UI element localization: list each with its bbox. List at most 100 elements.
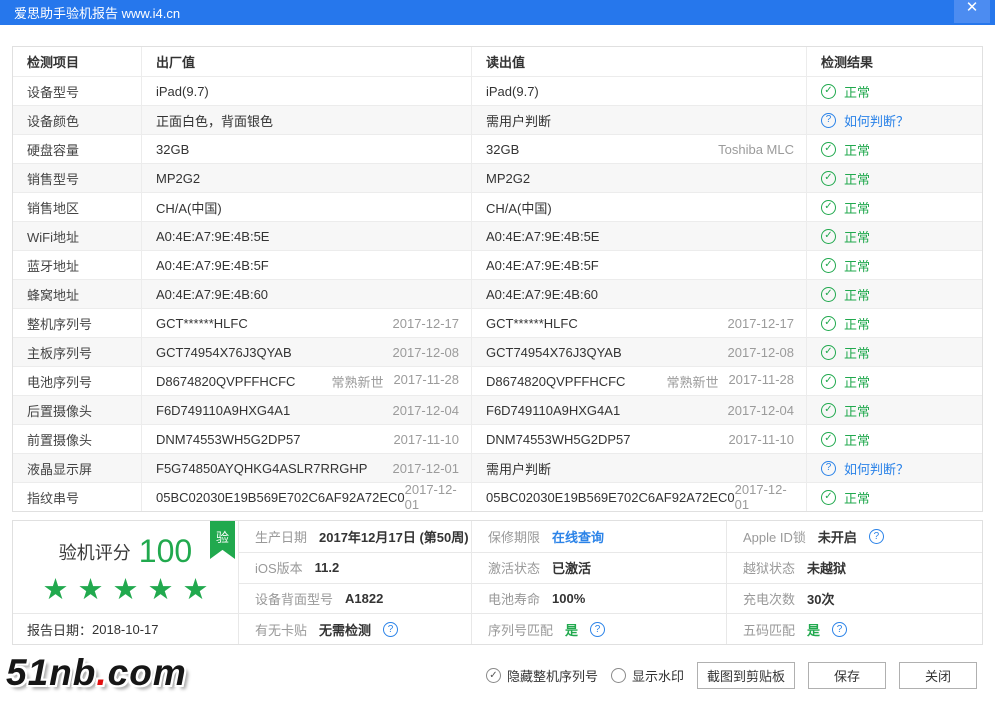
value-text: iPad(9.7)	[156, 84, 209, 99]
close-button[interactable]: ✕	[954, 0, 990, 23]
factory-value-cell: F6D749110A9HXG4A12017-12-04	[141, 396, 471, 424]
score-value: 100	[139, 533, 192, 570]
result-label: 正常	[844, 488, 870, 507]
check-circle-icon: ✓	[821, 229, 836, 244]
hide-serial-option[interactable]: ✓ 隐藏整机序列号	[486, 666, 598, 685]
help-icon[interactable]: ?	[590, 622, 605, 637]
check-circle-icon: ✓	[821, 287, 836, 302]
result-label: 正常	[844, 140, 870, 159]
info-value: 未开启	[818, 527, 857, 546]
screenshot-to-clipboard-button[interactable]: 截图到剪贴板	[697, 662, 795, 689]
info-cell: 越狱状态未越狱	[726, 552, 982, 583]
value-text: A0:4E:A7:9E:4B:5E	[156, 229, 269, 244]
info-label: Apple ID锁	[743, 527, 806, 546]
save-button[interactable]: 保存	[808, 662, 886, 689]
info-label: 激活状态	[488, 558, 540, 577]
result-label: 正常	[844, 401, 870, 420]
table-header-row: 检测项目 出厂值 读出值 检测结果	[13, 47, 982, 76]
factory-value-cell: GCT74954X76J3QYAB2017-12-08	[141, 338, 471, 366]
read-value-cell: MP2G2	[471, 164, 806, 192]
factory-value-cell-wrap: F5G74850AYQHKG4ASLR7RRGHP2017-12-01	[156, 461, 471, 476]
online-query-link[interactable]: 在线查询	[552, 527, 604, 546]
date-text: 2017-12-08	[393, 345, 460, 360]
title-bar: 爱思助手验机报告 www.i4.cn ✕	[0, 0, 995, 25]
value-text: A0:4E:A7:9E:4B:5F	[486, 258, 599, 273]
result-cell: ✓正常	[806, 367, 982, 395]
read-value-cell-wrap: A0:4E:A7:9E:4B:5E	[486, 229, 806, 244]
read-value-cell: D8674820QVPFFHCFC常熟新世2017-11-28	[471, 367, 806, 395]
info-label: 充电次数	[743, 589, 795, 608]
info-cell: iOS版本11.2	[238, 552, 471, 583]
table-row: 指纹串号05BC02030E19B569E702C6AF92A72EC02017…	[13, 482, 982, 511]
help-icon[interactable]: ?	[832, 622, 847, 637]
item-cell: 电池序列号	[13, 367, 141, 395]
info-cell: 充电次数30次	[726, 583, 982, 614]
date-text: 2017-11-28	[393, 372, 459, 391]
show-watermark-option[interactable]: 显示水印	[611, 666, 684, 685]
read-value-cell-wrap: DNM74553WH5G2DP572017-11-10	[486, 432, 806, 447]
how-to-judge-link[interactable]: 如何判断？	[844, 111, 909, 130]
vendor-text: Toshiba MLC	[718, 142, 794, 157]
read-value-cell: A0:4E:A7:9E:4B:5E	[471, 222, 806, 250]
device-info-grid: 生产日期2017年12月17日 (第50周)保修期限在线查询Apple ID锁未…	[238, 521, 982, 644]
value-text: CH/A(中国)	[486, 198, 552, 217]
info-cell: 生产日期2017年12月17日 (第50周)	[238, 521, 471, 552]
factory-value-cell: F5G74850AYQHKG4ASLR7RRGHP2017-12-01	[141, 454, 471, 482]
help-icon[interactable]: ?	[383, 622, 398, 637]
result-cell: ✓正常	[806, 309, 982, 337]
result-cell: ✓正常	[806, 222, 982, 250]
star-icon: ★	[43, 574, 78, 606]
value-text: MP2G2	[486, 171, 530, 186]
check-circle-icon: ✓	[486, 668, 501, 683]
factory-value-cell-wrap: GCT******HLFC2017-12-17	[156, 316, 471, 331]
info-cell: Apple ID锁未开启?	[726, 521, 982, 552]
value-meta: 常熟新世2017-11-28	[331, 372, 459, 391]
watermark-logo: 51nb.com	[6, 652, 187, 694]
watermark-right: com	[108, 652, 187, 693]
read-value-cell-wrap: 05BC02030E19B569E702C6AF92A72EC02017-12-…	[486, 483, 806, 511]
factory-value-cell: 32GB	[141, 135, 471, 163]
table-row: WiFi地址A0:4E:A7:9E:4B:5EA0:4E:A7:9E:4B:5E…	[13, 221, 982, 250]
table-row: 液晶显示屏F5G74850AYQHKG4ASLR7RRGHP2017-12-01…	[13, 453, 982, 482]
table-row: 设备颜色正面白色，背面银色需用户判断?如何判断？	[13, 105, 982, 134]
value-text: 32GB	[486, 142, 519, 157]
report-date-label: 报告日期：	[27, 620, 92, 639]
result-label: 正常	[844, 82, 870, 101]
factory-value-cell: 正面白色，背面银色	[141, 106, 471, 134]
value-text: 32GB	[156, 142, 189, 157]
date-text: 2017-11-10	[728, 432, 794, 447]
header-cell-item: 检测项目	[13, 47, 141, 76]
info-cell: 设备背面型号A1822	[238, 583, 471, 614]
value-meta: 常熟新世2017-11-28	[666, 372, 794, 391]
info-value: 2017年12月17日 (第50周)	[319, 527, 469, 546]
help-icon[interactable]: ?	[869, 529, 884, 544]
item-cell: 整机序列号	[13, 309, 141, 337]
info-label: 设备背面型号	[255, 589, 333, 608]
close-dialog-button[interactable]: 关闭	[899, 662, 977, 689]
star-icon: ★	[148, 574, 183, 606]
read-value-cell-wrap: 32GB Toshiba MLC	[486, 142, 806, 157]
info-cell: 电池寿命100%	[471, 583, 726, 614]
result-label: 正常	[844, 343, 870, 362]
factory-value-cell: A0:4E:A7:9E:4B:5E	[141, 222, 471, 250]
read-value-cell-wrap: MP2G2	[486, 171, 806, 186]
table-row: 整机序列号 GCT******HLFC2017-12-17GCT******HLF…	[13, 308, 982, 337]
value-meta: 2017-12-17	[728, 316, 795, 331]
factory-value-cell: DNM74553WH5G2DP572017-11-10	[141, 425, 471, 453]
info-value: 已激活	[552, 558, 591, 577]
item-cell: 后置摄像头	[13, 396, 141, 424]
how-to-judge-link[interactable]: 如何判断？	[844, 459, 909, 478]
factory-value-cell: D8674820QVPFFHCFC常熟新世2017-11-28	[141, 367, 471, 395]
item-cell: 主板序列号	[13, 338, 141, 366]
header-cell-result: 检测结果	[806, 47, 982, 76]
check-circle-icon: ✓	[821, 200, 836, 215]
factory-value-cell-wrap: 正面白色，背面银色	[156, 111, 471, 130]
read-value-cell: CH/A(中国)	[471, 193, 806, 221]
question-circle-icon: ?	[821, 461, 836, 476]
read-value-cell: GCT******HLFC2017-12-17	[471, 309, 806, 337]
header-cell-factory: 出厂值	[141, 47, 471, 76]
info-value: 100%	[552, 591, 585, 606]
date-text: 2017-12-17	[393, 316, 460, 331]
check-circle-icon: ✓	[821, 403, 836, 418]
read-value-cell-wrap: 需用户判断	[486, 111, 806, 130]
